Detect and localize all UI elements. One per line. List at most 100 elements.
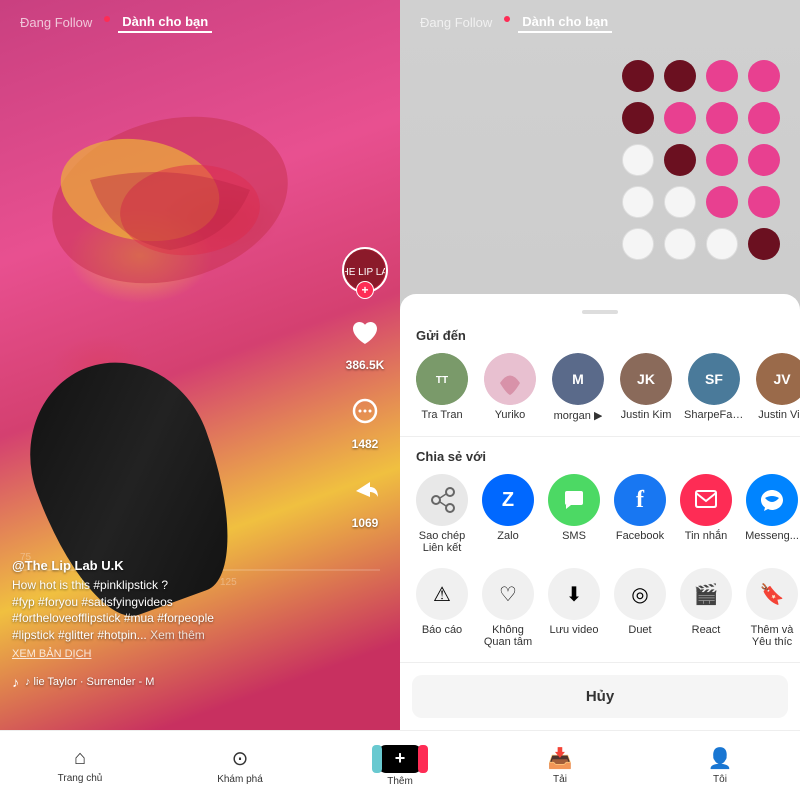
- like-count: 386.5K: [346, 358, 385, 372]
- share-apps-row: Sao chép Liên kết Z Zalo SMS fFacebookTin nh…: [400, 474, 800, 554]
- share-button[interactable]: 1069: [343, 469, 387, 530]
- contact-name-0: Tra Tran: [421, 409, 462, 421]
- dot-7: [706, 102, 738, 134]
- share-action-4[interactable]: 🎬 React: [676, 568, 736, 648]
- creator-username[interactable]: @The Lip Lab U.K: [12, 558, 340, 573]
- like-button[interactable]: 386.5K: [343, 311, 387, 372]
- comment-icon: [343, 390, 387, 434]
- action-label-4: React: [692, 624, 721, 636]
- dot-19: [706, 228, 738, 260]
- dot-17: [622, 228, 654, 260]
- section-divider-1: [400, 436, 800, 437]
- profile-label: Tôi: [713, 774, 727, 785]
- contact-item-0[interactable]: TT Tra Tran: [412, 353, 472, 422]
- dot-10: [664, 144, 696, 176]
- action-icon-4: 🎬: [680, 568, 732, 620]
- share-app-2[interactable]: SMS: [544, 474, 604, 554]
- section-divider-2: [400, 662, 800, 663]
- action-icon-2: ⬇: [548, 568, 600, 620]
- contact-avatar-0: TT: [416, 353, 468, 405]
- action-icon-3: ◎: [614, 568, 666, 620]
- app-icon-1: Z: [482, 474, 534, 526]
- contact-name-5: Justin Vib: [758, 409, 800, 421]
- dot-14: [664, 186, 696, 218]
- action-icon-0: ⚠: [416, 568, 468, 620]
- comment-button[interactable]: 1482: [343, 390, 387, 451]
- share-app-4[interactable]: Tin nhắn: [676, 474, 736, 554]
- nav-profile[interactable]: 👤 Tôi: [640, 738, 800, 793]
- tab-following[interactable]: Đang Follow: [16, 13, 96, 32]
- see-more-link[interactable]: Xem thêm: [150, 628, 205, 642]
- nav-inbox[interactable]: 📥 Tải: [480, 738, 640, 793]
- cancel-button[interactable]: Hủy: [412, 675, 788, 718]
- contacts-row: TTTra TranYurikoMmorgan ▶JKJustin KimSFS…: [400, 353, 800, 422]
- create-label: Thêm: [387, 776, 413, 787]
- svg-text:THE LIP LAB: THE LIP LAB: [345, 267, 385, 278]
- action-label-2: Lưu video: [550, 624, 599, 636]
- share-sheet-panel: Gửi đến TTTra TranYurikoMmorgan ▶JKJusti…: [400, 294, 800, 730]
- share-app-1[interactable]: Z Zalo: [478, 474, 538, 554]
- action-label-0: Báo cáo: [422, 624, 462, 636]
- contact-item-1[interactable]: Yuriko: [480, 353, 540, 422]
- action-icon-5: 🔖: [746, 568, 798, 620]
- share-with-title: Chia sẻ với: [400, 449, 800, 464]
- share-action-3[interactable]: ◎ Duet: [610, 568, 670, 648]
- contact-item-5[interactable]: JV Justin Vib: [752, 353, 800, 422]
- app-label-0: Sao chép Liên kết: [412, 530, 472, 554]
- send-to-title: Gửi đến: [400, 328, 800, 343]
- dot-6: [664, 102, 696, 134]
- action-label-3: Duet: [628, 624, 651, 636]
- music-text: ♪ lie Taylor · Surrender - M: [25, 676, 154, 688]
- video-caption-area: @The Lip Lab U.K How hot is this #pinkli…: [12, 558, 340, 660]
- comment-count: 1482: [352, 437, 379, 451]
- dot-5: [622, 102, 654, 134]
- contact-avatar-5: JV: [756, 353, 800, 405]
- create-button[interactable]: +: [378, 745, 422, 773]
- share-app-5[interactable]: Messeng...: [742, 474, 800, 554]
- contact-item-4[interactable]: SFSharpeFamilySingers: [684, 353, 744, 422]
- like-icon: [343, 311, 387, 355]
- right-top-navigation: Đang Follow Dành cho bạn: [400, 0, 800, 45]
- home-icon: ⌂: [74, 747, 86, 770]
- app-label-2: SMS: [562, 530, 586, 542]
- share-action-5[interactable]: 🔖 Thêm và Yêu thíc: [742, 568, 800, 648]
- bottom-navigation-bar: ⌂ Trang chủ ⊙ Khám phá + Thêm 📥 Tải 👤 Tô…: [0, 730, 800, 800]
- tab-for-you[interactable]: Dành cho bạn: [118, 12, 212, 33]
- video-action-icons: THE LIP LAB + 386.5K 1482: [342, 247, 388, 530]
- discover-label: Khám phá: [217, 774, 263, 785]
- share-action-1[interactable]: ♡Không Quan tâm: [478, 568, 538, 648]
- lipstick-dots-grid: [622, 60, 780, 260]
- share-actions-row: ⚠ Báo cáo ♡Không Quan tâm⬇ Lưu video ◎ Duet 🎬 R…: [400, 568, 800, 648]
- action-label-5: Thêm và Yêu thíc: [742, 624, 800, 648]
- right-tab-for-you[interactable]: Dành cho bạn: [518, 12, 612, 33]
- dot-2: [664, 60, 696, 92]
- share-app-3[interactable]: fFacebook: [610, 474, 670, 554]
- nav-create[interactable]: + Thêm: [320, 737, 480, 795]
- music-bar: ♪ ♪ lie Taylor · Surrender - M: [12, 674, 388, 690]
- dot-1: [622, 60, 654, 92]
- left-video-panel: 25 50 125 75 Đang Follow Dành cho bạn TH…: [0, 0, 400, 730]
- creator-avatar[interactable]: THE LIP LAB +: [342, 247, 388, 293]
- follow-plus-button[interactable]: +: [356, 281, 374, 299]
- app-label-1: Zalo: [497, 530, 518, 542]
- dot-16: [748, 186, 780, 218]
- contact-avatar-3: JK: [620, 353, 672, 405]
- contact-avatar-2: M: [552, 353, 604, 405]
- share-action-0[interactable]: ⚠ Báo cáo: [412, 568, 472, 648]
- right-video-panel: 50 125 1.0 Đang Follow Dành cho bạn Gửi …: [400, 0, 800, 730]
- right-tab-following[interactable]: Đang Follow: [416, 13, 496, 32]
- contact-name-1: Yuriko: [495, 409, 526, 421]
- contact-item-2[interactable]: Mmorgan ▶: [548, 353, 608, 422]
- translate-link[interactable]: XEM BẢN DỊCH: [12, 648, 340, 660]
- dot-18: [664, 228, 696, 260]
- nav-discover[interactable]: ⊙ Khám phá: [160, 738, 320, 793]
- app-label-3: Facebook: [616, 530, 664, 542]
- action-icon-1: ♡: [482, 568, 534, 620]
- share-app-0[interactable]: Sao chép Liên kết: [412, 474, 472, 554]
- nav-home[interactable]: ⌂ Trang chủ: [0, 739, 160, 792]
- contact-name-2: morgan ▶: [554, 409, 603, 422]
- share-action-2[interactable]: ⬇ Lưu video: [544, 568, 604, 648]
- contact-item-3[interactable]: JKJustin Kim: [616, 353, 676, 422]
- dot-4: [748, 60, 780, 92]
- contact-avatar-1: [484, 353, 536, 405]
